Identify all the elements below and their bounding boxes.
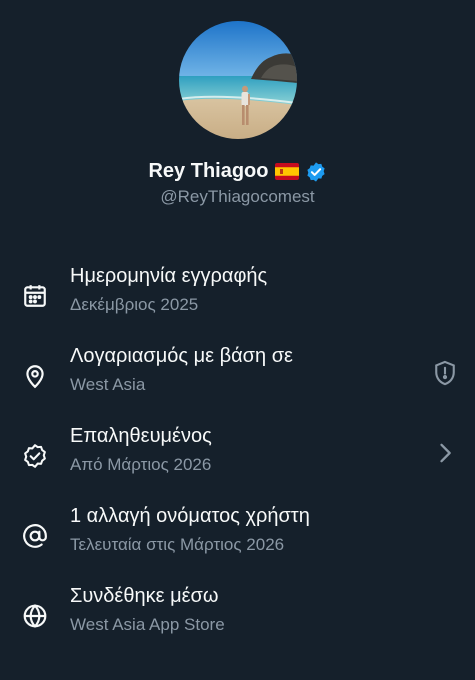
detail-row-connected-via: Συνδέθηκε μέσω West Asia App Store <box>0 585 475 645</box>
detail-row-joined: Ημερομηνία εγγραφής Δεκέμβριος 2025 <box>0 265 475 325</box>
detail-row-verified[interactable]: Επαληθευμένος Από Μάρτιος 2026 <box>0 425 475 485</box>
profile-name-row: Rey Thiagoo <box>0 160 475 183</box>
globe-icon <box>22 603 48 629</box>
detail-row-based-in: Λογαριασμός με βάση σε West Asia <box>0 345 475 405</box>
detail-subtitle: Από Μάρτιος 2026 <box>70 455 212 474</box>
detail-row-username-changes: 1 αλλαγή ονόματος χρήστη Τελευταία στις … <box>0 505 475 565</box>
detail-subtitle: Δεκέμβριος 2025 <box>70 295 199 314</box>
at-sign-icon <box>22 523 48 549</box>
spain-flag-icon <box>274 163 299 180</box>
profile-handle: @ReyThiagocomest <box>160 187 315 206</box>
detail-title: Επαληθευμένος <box>70 425 212 447</box>
verified-check-icon <box>22 443 48 469</box>
detail-subtitle: West Asia App Store <box>70 615 225 634</box>
profile-avatar[interactable] <box>179 21 297 139</box>
shield-alert-icon[interactable] <box>431 359 459 387</box>
detail-title: Ημερομηνία εγγραφής <box>70 265 268 287</box>
location-pin-icon <box>22 363 48 389</box>
detail-title: Συνδέθηκε μέσω <box>70 585 219 607</box>
detail-title: Λογαριασμός με βάση σε <box>70 345 293 367</box>
detail-subtitle: West Asia <box>70 375 146 394</box>
verified-badge-icon[interactable] <box>305 161 327 183</box>
detail-subtitle: Τελευταία στις Μάρτιος 2026 <box>70 535 285 554</box>
display-name: Rey Thiagoo <box>148 160 269 182</box>
chevron-right-icon[interactable] <box>431 439 459 467</box>
beach-photo <box>179 21 297 139</box>
detail-title: 1 αλλαγή ονόματος χρήστη <box>70 505 310 527</box>
calendar-icon <box>22 283 48 309</box>
